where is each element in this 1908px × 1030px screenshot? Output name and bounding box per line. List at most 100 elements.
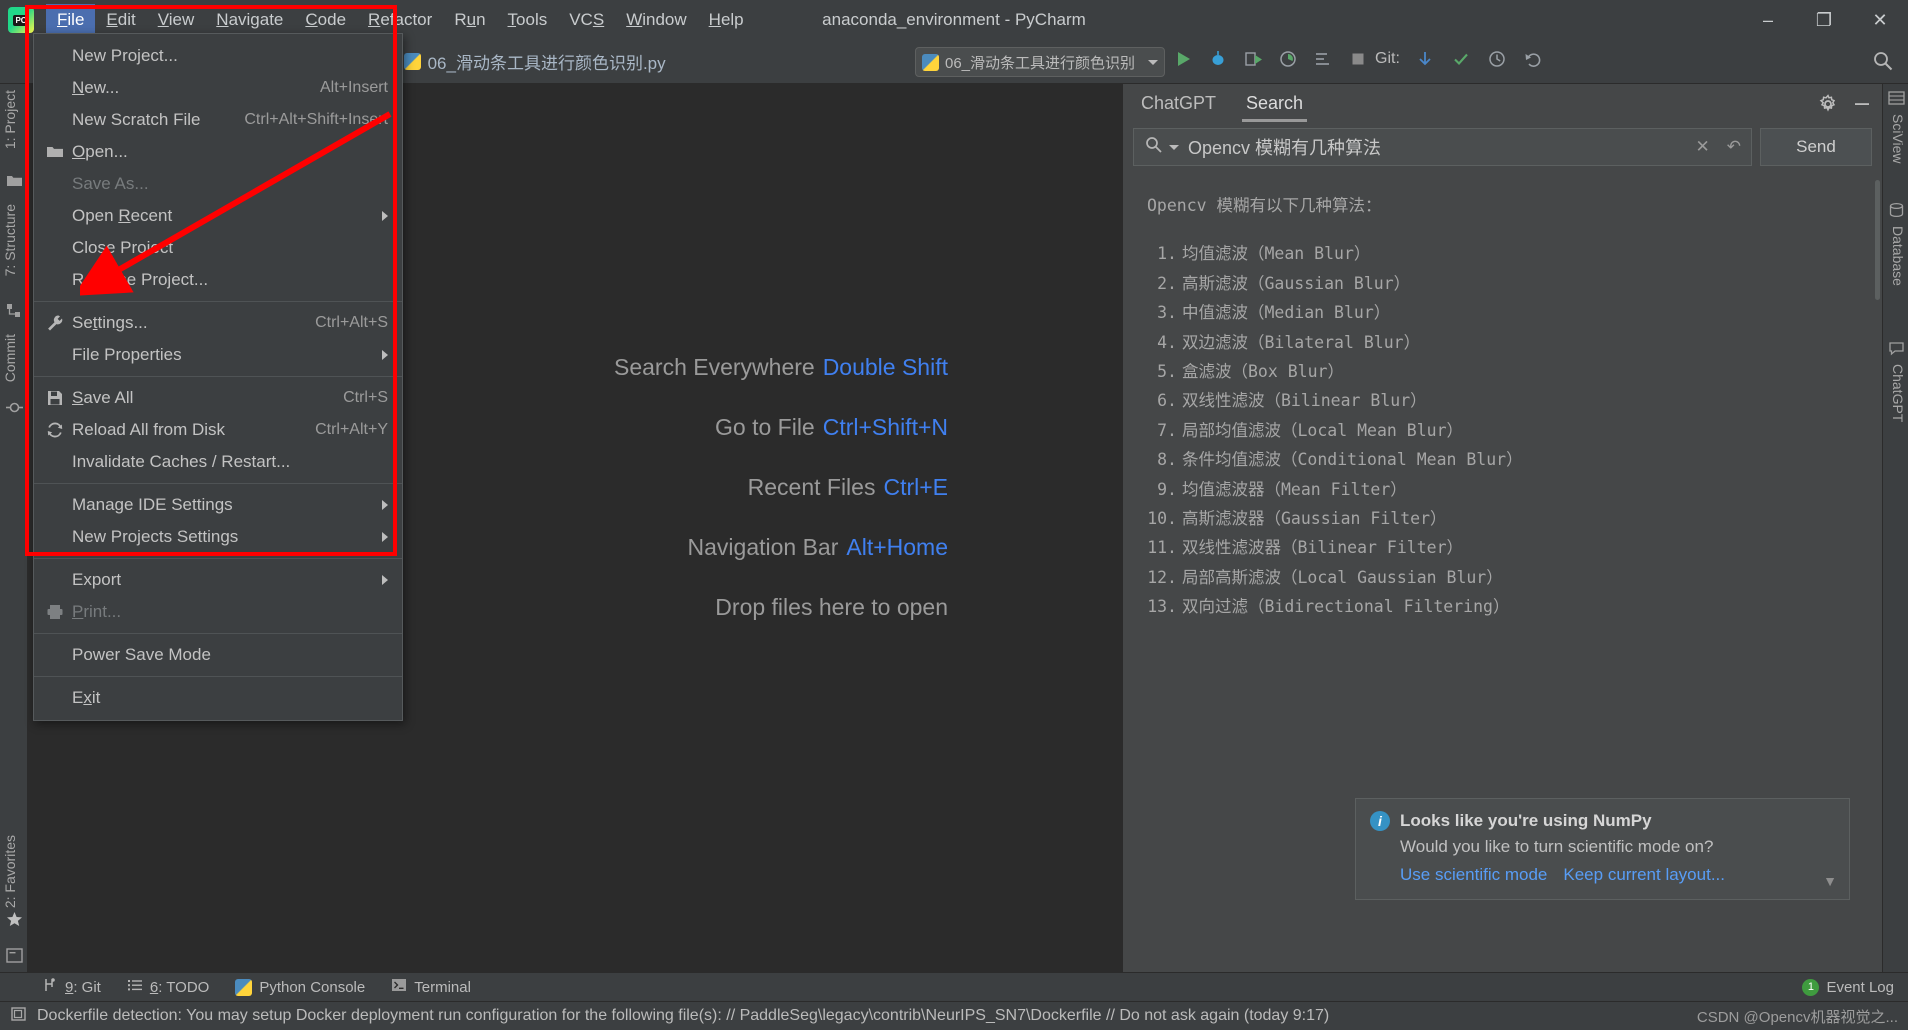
menu-item-settings[interactable]: Settings... Ctrl+Alt+S bbox=[34, 307, 402, 339]
menu-item-open[interactable]: Open... bbox=[34, 136, 402, 168]
info-icon: i bbox=[1370, 811, 1390, 831]
sidebar-item-commit[interactable]: Commit bbox=[2, 334, 18, 382]
empty-editor-hints: Search Everywhere Double Shift Go to File… bbox=[548, 354, 948, 621]
run-button[interactable] bbox=[1172, 48, 1194, 70]
chat-icon[interactable] bbox=[1888, 340, 1905, 357]
menu-item-new-project[interactable]: New Project... bbox=[34, 40, 402, 72]
event-log-button[interactable]: 1 Event Log bbox=[1802, 978, 1894, 996]
debug-button[interactable] bbox=[1207, 48, 1229, 70]
menu-item-export[interactable]: Export bbox=[34, 564, 402, 596]
python-file-icon bbox=[403, 53, 421, 70]
tab-chatgpt[interactable]: ChatGPT bbox=[1137, 87, 1220, 122]
database-icon[interactable] bbox=[1888, 202, 1905, 219]
commit-checkmark-icon[interactable] bbox=[1450, 48, 1472, 70]
answer-item-number: 8. bbox=[1157, 450, 1177, 470]
run-with-coverage-button[interactable] bbox=[1242, 48, 1264, 70]
hint-row: Search Everywhere Double Shift bbox=[548, 354, 948, 381]
folder-icon[interactable] bbox=[6, 172, 23, 189]
maximize-window-icon[interactable]: ❐ bbox=[1796, 0, 1852, 40]
answer-item-number: 6. bbox=[1157, 391, 1177, 411]
menu-item-power-save-mode[interactable]: Power Save Mode bbox=[34, 639, 402, 671]
terminal-icon[interactable] bbox=[6, 947, 23, 964]
menu-help[interactable]: Help bbox=[698, 4, 755, 36]
menu-item-open-recent[interactable]: Open Recent bbox=[34, 200, 402, 232]
keep-current-layout-link[interactable]: Keep current layout... bbox=[1563, 865, 1725, 885]
toolwindow-terminal[interactable]: Terminal bbox=[391, 977, 471, 997]
menu-item-save-all[interactable]: Save All Ctrl+S bbox=[34, 382, 402, 414]
sciview-icon[interactable] bbox=[1888, 90, 1905, 107]
commit-icon[interactable] bbox=[6, 399, 23, 416]
toolwindow-git[interactable]: 9: Git bbox=[42, 977, 101, 997]
send-button[interactable]: Send bbox=[1760, 128, 1872, 166]
menu-item-invalidate-caches-restart[interactable]: Invalidate Caches / Restart... bbox=[34, 446, 402, 478]
minimize-window-icon[interactable]: – bbox=[1740, 0, 1796, 40]
menu-item-manage-ide-settings[interactable]: Manage IDE Settings bbox=[34, 489, 402, 521]
menu-separator bbox=[34, 558, 402, 559]
menu-item-label: Manage IDE Settings bbox=[72, 495, 233, 514]
search-scope-caret-icon[interactable] bbox=[1169, 144, 1179, 150]
sidebar-item-database[interactable]: Database bbox=[1890, 226, 1906, 286]
sidebar-item-favorites[interactable]: 2: Favorites bbox=[2, 835, 18, 908]
answer-item-number: 5. bbox=[1157, 362, 1177, 382]
notification-title: Looks like you're using NumPy bbox=[1400, 811, 1652, 830]
gear-icon[interactable] bbox=[1818, 94, 1838, 119]
menu-item-new-projects-settings[interactable]: New Projects Settings bbox=[34, 521, 402, 553]
stop-button[interactable] bbox=[1347, 48, 1369, 70]
search-everywhere-icon[interactable] bbox=[1872, 50, 1894, 72]
star-icon[interactable] bbox=[6, 911, 23, 928]
run-configuration-selector[interactable]: 06_滑动条工具进行颜色识别 bbox=[915, 47, 1165, 77]
sidebar-item-chatgpt[interactable]: ChatGPT bbox=[1890, 364, 1906, 422]
menu-item-new-scratch-file[interactable]: New Scratch File Ctrl+Alt+Shift+Insert bbox=[34, 104, 402, 136]
menu-item-file-properties[interactable]: File Properties bbox=[34, 339, 402, 371]
menu-item-rename-project[interactable]: Rename Project... bbox=[34, 264, 402, 296]
use-scientific-mode-link[interactable]: Use scientific mode bbox=[1400, 865, 1547, 885]
menu-item-exit[interactable]: Exit bbox=[34, 682, 402, 714]
menu-file[interactable]: File bbox=[46, 4, 96, 36]
menu-navigate[interactable]: Navigate bbox=[205, 4, 294, 36]
profile-button[interactable] bbox=[1277, 48, 1299, 70]
history-clock-icon[interactable] bbox=[1486, 48, 1508, 70]
submenu-arrow-icon bbox=[382, 211, 388, 221]
rollback-icon[interactable] bbox=[1522, 48, 1544, 70]
breadcrumb-file[interactable]: 06_滑动条工具进行颜色识别.py bbox=[428, 49, 666, 74]
structure-icon[interactable] bbox=[6, 302, 23, 319]
python-icon bbox=[235, 978, 253, 996]
menu-item-label: Exit bbox=[72, 688, 101, 707]
menu-item-new[interactable]: New... Alt+Insert bbox=[34, 72, 402, 104]
concurrency-diagram-button[interactable] bbox=[1312, 48, 1334, 70]
file-menu-dropdown[interactable]: New Project... New... Alt+Insert New Scratc… bbox=[33, 33, 403, 721]
menu-window[interactable]: Window bbox=[615, 4, 697, 36]
menu-tools[interactable]: Tools bbox=[497, 4, 559, 36]
search-input-wrapper[interactable]: Opencv 模糊有几种算法 ✕ ↶ bbox=[1133, 128, 1752, 166]
toolwindow-todo-num: 6 bbox=[149, 978, 159, 996]
menu-run[interactable]: Run bbox=[443, 4, 496, 36]
hint-row: Recent Files Ctrl+E bbox=[548, 474, 948, 501]
answer-item-text: 高斯滤波器（Gaussian Filter） bbox=[1182, 509, 1447, 529]
chevron-down-icon[interactable] bbox=[1148, 59, 1158, 65]
hint-label: Navigation Bar bbox=[687, 534, 839, 560]
menu-item-reload-all-from-disk[interactable]: Reload All from Disk Ctrl+Alt+Y bbox=[34, 414, 402, 446]
menu-code[interactable]: Code bbox=[294, 4, 357, 36]
update-project-icon[interactable] bbox=[1414, 48, 1436, 70]
search-bar: Opencv 模糊有几种算法 ✕ ↶ Send bbox=[1133, 128, 1872, 166]
toolwindow-python-console[interactable]: Python Console bbox=[235, 978, 365, 996]
menu-edit[interactable]: Edit bbox=[95, 4, 146, 36]
history-icon[interactable]: ↶ bbox=[1727, 137, 1741, 157]
right-panel-scrollbar[interactable] bbox=[1875, 180, 1880, 300]
chevron-down-icon[interactable]: ▼ bbox=[1823, 873, 1837, 889]
close-window-icon[interactable]: ✕ bbox=[1852, 0, 1908, 40]
menu-item-close-project[interactable]: Close Project bbox=[34, 232, 402, 264]
menu-view[interactable]: View bbox=[147, 4, 206, 36]
sidebar-item-sciview[interactable]: SciView bbox=[1890, 114, 1906, 164]
status-message[interactable]: Dockerfile detection: You may setup Dock… bbox=[37, 1007, 1329, 1025]
sidebar-item-structure[interactable]: 7: Structure bbox=[2, 204, 18, 276]
search-query-text[interactable]: Opencv 模糊有几种算法 bbox=[1188, 134, 1687, 160]
hint-label: Drop files here to open bbox=[715, 594, 948, 620]
sidebar-item-project[interactable]: 1: Project bbox=[2, 90, 18, 149]
tab-search[interactable]: Search bbox=[1242, 87, 1308, 122]
clear-search-icon[interactable]: ✕ bbox=[1696, 137, 1710, 157]
toolwindow-todo[interactable]: 6: TODO bbox=[127, 977, 209, 997]
menu-vcs[interactable]: VCS bbox=[558, 4, 615, 36]
minimize-panel-icon[interactable] bbox=[1852, 94, 1872, 119]
menu-refactor[interactable]: Refactor bbox=[357, 4, 443, 36]
